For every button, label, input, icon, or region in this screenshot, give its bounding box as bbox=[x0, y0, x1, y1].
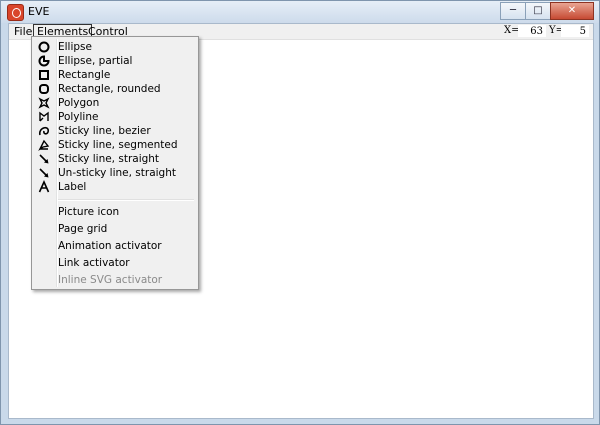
menu-separator bbox=[58, 199, 194, 201]
menu-item-label: Picture icon bbox=[58, 206, 120, 218]
menu-item-label: Ellipse, partial bbox=[58, 55, 133, 67]
segmented-line-icon bbox=[37, 138, 51, 152]
polyline-icon bbox=[37, 110, 51, 124]
menu-item-link-activator[interactable]: Link activator bbox=[34, 256, 196, 270]
menu-item-label: Label bbox=[58, 181, 87, 193]
rectangle-icon bbox=[37, 68, 51, 82]
polygon-icon bbox=[37, 96, 51, 110]
menu-item-rectangle-rounded[interactable]: Rectangle, rounded bbox=[34, 82, 196, 96]
menu-item-sticky-bezier[interactable]: Sticky line, bezier bbox=[34, 124, 196, 138]
menu-item-rectangle[interactable]: Rectangle bbox=[34, 68, 196, 82]
window-title: EVE bbox=[28, 5, 50, 18]
unsticky-line-icon bbox=[37, 166, 51, 180]
menu-item-label: Polygon bbox=[58, 97, 100, 109]
menu-item-label: Page grid bbox=[58, 223, 108, 235]
menu-item-sticky-segmented[interactable]: Sticky line, segmented bbox=[34, 138, 196, 152]
menu-item-label: Un-sticky line, straight bbox=[58, 167, 176, 179]
menu-item-label: Ellipse bbox=[58, 41, 92, 53]
menu-item-polyline[interactable]: Polyline bbox=[34, 110, 196, 124]
bezier-line-icon bbox=[37, 124, 51, 138]
maximize-button[interactable]: □ bbox=[525, 2, 551, 20]
menu-item-label: Sticky line, straight bbox=[58, 153, 160, 165]
menu-item-label: Inline SVG activator bbox=[58, 274, 163, 286]
menu-item-page-grid[interactable]: Page grid bbox=[34, 222, 196, 236]
menu-item-picture-icon[interactable]: Picture icon bbox=[34, 205, 196, 219]
straight-line-icon bbox=[37, 152, 51, 166]
menu-item-ellipse[interactable]: Ellipse bbox=[34, 40, 196, 54]
label-icon bbox=[37, 180, 51, 194]
title-bar[interactable]: EVE ─ □ ✕ bbox=[1, 1, 599, 23]
menu-item-ellipse-partial[interactable]: Ellipse, partial bbox=[34, 54, 196, 68]
menu-item-label: Rectangle bbox=[58, 69, 111, 81]
elements-dropdown-menu: Ellipse Ellipse, partial Rectangle Recta… bbox=[31, 36, 199, 290]
menu-item-label: Link activator bbox=[58, 257, 130, 269]
app-logo-icon[interactable] bbox=[7, 4, 24, 21]
menu-item-label[interactable]: Label bbox=[34, 180, 196, 194]
rounded-rectangle-icon bbox=[37, 82, 51, 96]
menu-item-sticky-straight[interactable]: Sticky line, straight bbox=[34, 152, 196, 166]
caption-buttons: ─ □ ✕ bbox=[500, 2, 594, 20]
x-coordinate-value: 63 bbox=[518, 25, 546, 37]
ellipse-icon bbox=[37, 40, 51, 54]
minimize-button[interactable]: ─ bbox=[500, 2, 526, 20]
y-coordinate-value: 5 bbox=[561, 25, 589, 37]
menu-item-polygon[interactable]: Polygon bbox=[34, 96, 196, 110]
menu-item-unsticky-straight[interactable]: Un-sticky line, straight bbox=[34, 166, 196, 180]
menu-item-label: Sticky line, segmented bbox=[58, 139, 178, 151]
menu-item-animation-activator[interactable]: Animation activator bbox=[34, 239, 196, 253]
menu-item-label: Rectangle, rounded bbox=[58, 83, 161, 95]
menu-item-label: Animation activator bbox=[58, 240, 162, 252]
menu-item-label: Sticky line, bezier bbox=[58, 125, 151, 137]
close-button[interactable]: ✕ bbox=[550, 2, 594, 20]
menu-item-label: Polyline bbox=[58, 111, 99, 123]
ellipse-partial-icon bbox=[37, 54, 51, 68]
menu-item-inline-svg-activator: Inline SVG activator bbox=[34, 273, 196, 287]
